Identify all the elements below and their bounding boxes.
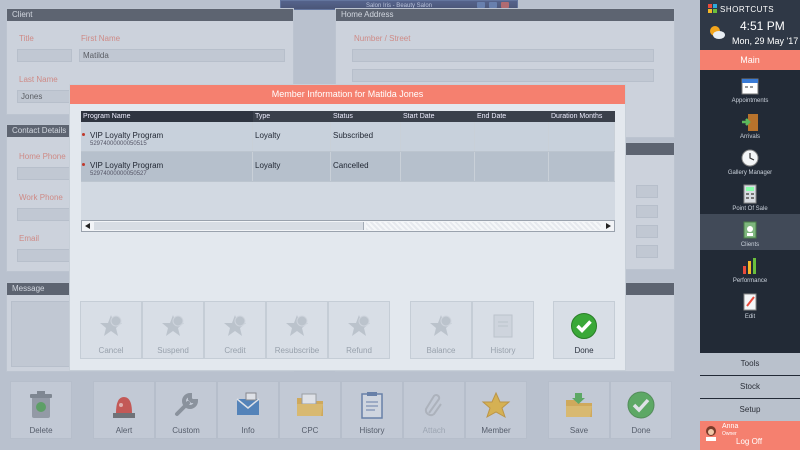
status-cell: Cancelled: [331, 152, 401, 181]
suspend-star-icon: [159, 312, 187, 340]
main-section-button[interactable]: Main: [700, 50, 800, 70]
col-end-date[interactable]: End Date: [475, 111, 549, 122]
balance-button[interactable]: Balance: [410, 301, 472, 359]
stock-section-button[interactable]: Stock: [700, 376, 800, 398]
table-row[interactable]: VIP Loyalty Program 52974000000050527 Lo…: [81, 152, 615, 182]
shortcut-gallery-manager[interactable]: Gallery Manager: [700, 142, 800, 178]
table-row[interactable]: VIP Loyalty Program 52974000000050515 Lo…: [81, 122, 615, 152]
type-cell: Loyalty: [253, 122, 331, 151]
shortcut-performance[interactable]: Performance: [700, 250, 800, 286]
shortcut-label: Point Of Sale: [732, 206, 768, 212]
shortcut-edit[interactable]: Edit: [700, 286, 800, 322]
col-type[interactable]: Type: [253, 111, 331, 122]
edit-icon: [743, 293, 757, 311]
shortcut-label: Arrivals: [739, 134, 760, 140]
cancel-star-icon: [97, 312, 125, 340]
refund-label: Refund: [346, 346, 372, 355]
shortcut-label: Clients: [740, 242, 760, 248]
resubscribe-button[interactable]: Resubscribe: [266, 301, 328, 359]
col-start-date[interactable]: Start Date: [401, 111, 475, 122]
suspend-label: Suspend: [157, 346, 189, 355]
weather-icon: [710, 26, 725, 39]
row-marker-icon: [82, 163, 85, 166]
balance-star-icon: [427, 312, 455, 340]
col-status[interactable]: Status: [331, 111, 401, 122]
table-header: Program Name Type Status Start Date End …: [81, 111, 615, 122]
member-history-label: History: [490, 346, 516, 355]
shortcuts-sidebar: SHORTCUTS 4:51 PM Mon, 29 May '17 Main A…: [700, 0, 800, 450]
credit-label: Credit: [224, 346, 246, 355]
status-cell: Subscribed: [331, 122, 401, 151]
log-off-label: Log Off: [736, 437, 763, 446]
cancel-membership-button[interactable]: Cancel: [80, 301, 142, 359]
shortcut-label: Edit: [744, 314, 756, 320]
scroll-thumb[interactable]: [94, 222, 364, 230]
program-cell: VIP Loyalty Program 52974000000050527: [81, 152, 253, 181]
dialog-done-button[interactable]: Done: [553, 301, 615, 359]
shortcut-label: Appointments: [731, 98, 769, 104]
dialog-done-label: Done: [574, 346, 594, 355]
user-role: Owner: [722, 431, 737, 437]
shortcut-label: Performance: [732, 278, 768, 284]
clock-icon: [741, 149, 759, 167]
horizontal-scrollbar[interactable]: [81, 220, 615, 232]
tools-section-button[interactable]: Tools: [700, 353, 800, 375]
type-cell: Loyalty: [253, 152, 331, 181]
program-name: VIP Loyalty Program: [90, 161, 164, 170]
dialog-title: Member Information for Matilda Jones: [70, 85, 625, 104]
calendar-icon: [741, 78, 759, 95]
program-id: 52974000000050527: [90, 171, 147, 177]
credit-star-icon: [221, 312, 249, 340]
row-marker-icon: [82, 133, 85, 136]
shortcuts-title: SHORTCUTS: [720, 5, 775, 14]
chart-icon: [743, 258, 756, 274]
check-circle-icon: [570, 312, 598, 340]
end-date-cell: [475, 122, 549, 151]
scroll-right-icon[interactable]: [606, 223, 611, 229]
end-date-cell: [475, 152, 549, 181]
clients-icon: [743, 221, 757, 239]
shortcut-label: Gallery Manager: [727, 170, 773, 176]
shortcut-arrivals[interactable]: Arrivals: [700, 106, 800, 142]
scroll-track[interactable]: [366, 222, 601, 230]
cancel-label: Cancel: [98, 346, 124, 355]
member-history-button[interactable]: History: [472, 301, 534, 359]
refund-star-icon: [345, 312, 373, 340]
duration-cell: [549, 122, 615, 151]
start-date-cell: [401, 152, 475, 181]
shortcuts-header: SHORTCUTS 4:51 PM Mon, 29 May '17: [700, 0, 800, 50]
user-name: Anna: [722, 423, 739, 430]
program-cell: VIP Loyalty Program 52974000000050515: [81, 122, 253, 151]
user-logoff-button[interactable]: Anna Owner Log Off: [700, 421, 800, 450]
door-icon: [742, 114, 758, 131]
resubscribe-label: Resubscribe: [274, 346, 320, 355]
refund-button[interactable]: Refund: [328, 301, 390, 359]
scroll-left-icon[interactable]: [85, 223, 90, 229]
shortcut-point-of-sale[interactable]: Point Of Sale: [700, 178, 800, 214]
clock-time: 4:51 PM: [740, 19, 785, 33]
program-name: VIP Loyalty Program: [90, 131, 164, 140]
start-date-cell: [401, 122, 475, 151]
credit-button[interactable]: Credit: [204, 301, 266, 359]
history-doc-icon: [489, 312, 517, 340]
balance-label: Balance: [426, 346, 456, 355]
sidebar-sections: Tools Stock Setup: [700, 352, 800, 421]
clock-date: Mon, 29 May '17: [732, 36, 799, 46]
duration-cell: [549, 152, 615, 181]
program-id: 52974000000050515: [90, 141, 147, 147]
member-info-dialog: Member Information for Matilda Jones Pro…: [69, 84, 626, 371]
suspend-button[interactable]: Suspend: [142, 301, 204, 359]
shortcut-appointments[interactable]: Appointments: [700, 70, 800, 106]
shortcut-clients[interactable]: Clients: [700, 214, 800, 250]
resubscribe-star-icon: [283, 312, 311, 340]
col-program-name[interactable]: Program Name: [81, 111, 253, 122]
avatar: [706, 426, 716, 441]
calculator-icon: [743, 184, 757, 204]
salon-logo-icon: [708, 4, 717, 13]
membership-table: Program Name Type Status Start Date End …: [81, 111, 615, 232]
table-empty-area: [81, 182, 615, 220]
setup-section-button[interactable]: Setup: [700, 399, 800, 421]
col-duration-months[interactable]: Duration Months: [549, 111, 615, 122]
